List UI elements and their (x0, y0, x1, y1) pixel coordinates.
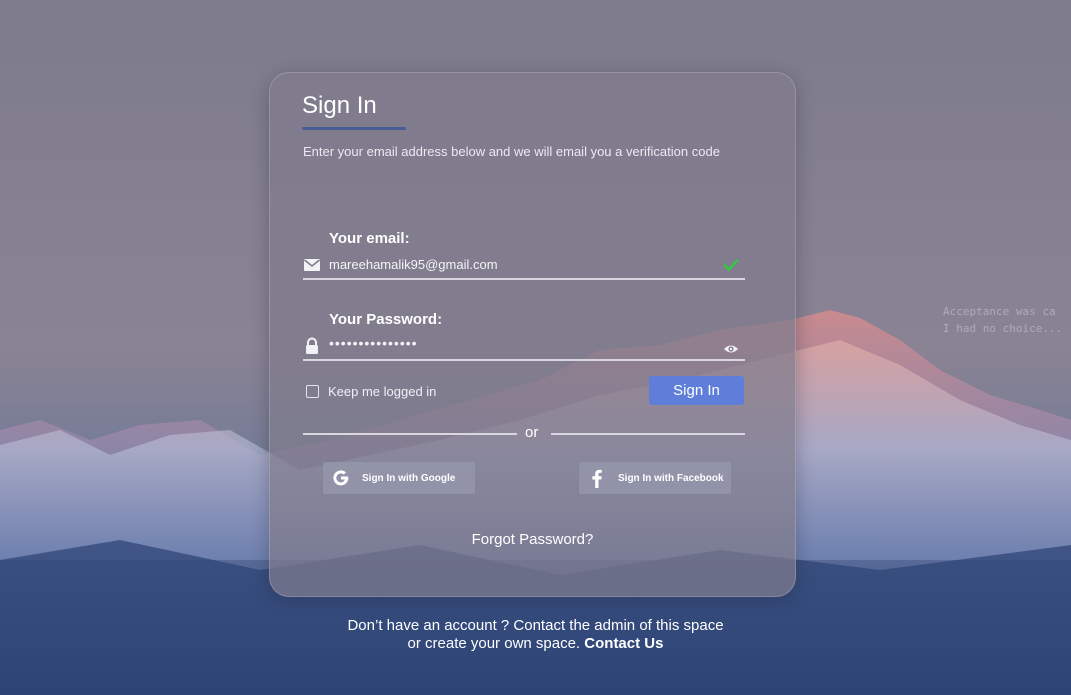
password-input[interactable]: ••••••••••••••• (329, 335, 418, 351)
forgot-password-link[interactable]: Forgot Password? (270, 531, 795, 548)
footer-line-2: or create your own space. Contact Us (0, 635, 1071, 653)
password-label: Your Password: (329, 311, 443, 328)
footer-line-1: Don’t have an account ? Contact the admi… (347, 617, 724, 634)
keep-logged-in-checkbox[interactable] (306, 385, 319, 398)
mail-icon (304, 259, 320, 271)
email-label: Your email: (329, 230, 410, 247)
sign-in-button[interactable]: Sign In (649, 376, 744, 405)
divider-text: or (525, 424, 539, 441)
page-title: Sign In (302, 92, 377, 119)
terminal-overlay: Acceptance was ca I had no choice... (943, 303, 1062, 337)
lock-icon (306, 337, 318, 354)
google-sign-in-button[interactable]: Sign In with Google (323, 462, 475, 494)
facebook-button-label: Sign In with Facebook (618, 472, 724, 484)
subtitle: Enter your email address below and we wi… (303, 144, 720, 159)
email-field[interactable]: mareehamalik95@gmail.com (303, 254, 745, 280)
facebook-sign-in-button[interactable]: Sign In with Facebook (579, 462, 731, 494)
check-icon (723, 259, 739, 271)
title-underline (302, 127, 406, 130)
google-button-label: Sign In with Google (362, 472, 456, 484)
keep-logged-in[interactable]: Keep me logged in (306, 384, 436, 399)
facebook-icon (592, 469, 602, 488)
terminal-line: I had no choice... (943, 322, 1063, 335)
email-input[interactable]: mareehamalik95@gmail.com (329, 257, 498, 272)
terminal-line: Acceptance was ca (943, 305, 1056, 318)
eye-icon[interactable] (723, 341, 739, 357)
keep-logged-in-label: Keep me logged in (328, 384, 437, 399)
sign-in-card: Sign In Enter your email address below a… (269, 72, 796, 597)
password-field[interactable]: ••••••••••••••• (303, 335, 745, 361)
google-icon (333, 470, 349, 486)
contact-us-link[interactable]: Contact Us (584, 635, 663, 652)
footer: Don’t have an account ? Contact the admi… (0, 617, 1071, 653)
divider-left (303, 433, 517, 435)
footer-line-2-text: or create your own space. (407, 635, 581, 652)
divider-right (551, 433, 745, 435)
